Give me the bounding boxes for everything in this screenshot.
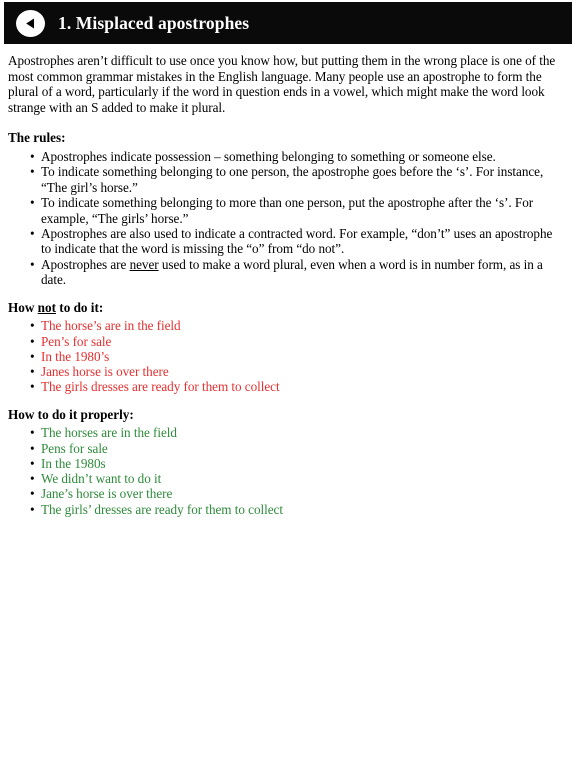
back-triangle-icon [26, 18, 34, 28]
list-item: Pens for sale [30, 441, 566, 457]
rules-list: Apostrophes indicate possession – someth… [8, 149, 566, 288]
list-item: Apostrophes indicate possession – someth… [30, 149, 566, 165]
list-item: The girls’ dresses are ready for them to… [30, 502, 566, 518]
list-item: The girls dresses are ready for them to … [30, 379, 566, 395]
intro-paragraph: Apostrophes aren’t difficult to use once… [8, 53, 556, 115]
list-item: We didn’t want to do it [30, 471, 566, 487]
list-item: Apostrophes are never used to make a wor… [30, 256, 566, 288]
list-item: Apostrophes are also used to indicate a … [30, 226, 566, 257]
rule-emphasis: never [129, 256, 159, 272]
list-item: Janes horse is over there [30, 364, 566, 380]
list-item: To indicate something belonging to more … [30, 195, 566, 226]
list-item: The horse’s are in the field [30, 318, 566, 334]
rule-text-before: Apostrophes are [41, 256, 130, 272]
bad-examples-heading: How not to do it: [8, 300, 566, 316]
good-examples-heading: How to do it properly: [8, 406, 134, 422]
list-item: Pen’s for sale [30, 334, 566, 350]
bad-heading-after: to do it: [56, 299, 104, 315]
bad-heading-emphasis: not [37, 299, 56, 315]
page-root: 1. Misplaced apostrophes Apostrophes are… [0, 0, 576, 768]
bad-heading-before: How [8, 299, 38, 315]
list-item: To indicate something belonging to one p… [30, 164, 566, 195]
back-button[interactable] [16, 9, 45, 37]
bad-examples-list: The horse’s are in the field Pen’s for s… [8, 318, 566, 395]
header-bar: 1. Misplaced apostrophes [4, 2, 572, 44]
page-title: 1. Misplaced apostrophes [58, 12, 250, 33]
article-content: Apostrophes aren’t difficult to use once… [0, 44, 576, 517]
list-item: In the 1980s [30, 456, 566, 472]
list-item: In the 1980’s [30, 349, 566, 365]
list-item: Jane’s horse is over there [30, 486, 566, 502]
rules-heading: The rules: [8, 130, 66, 146]
list-item: The horses are in the field [30, 425, 566, 441]
good-examples-list: The horses are in the field Pens for sal… [8, 425, 566, 517]
